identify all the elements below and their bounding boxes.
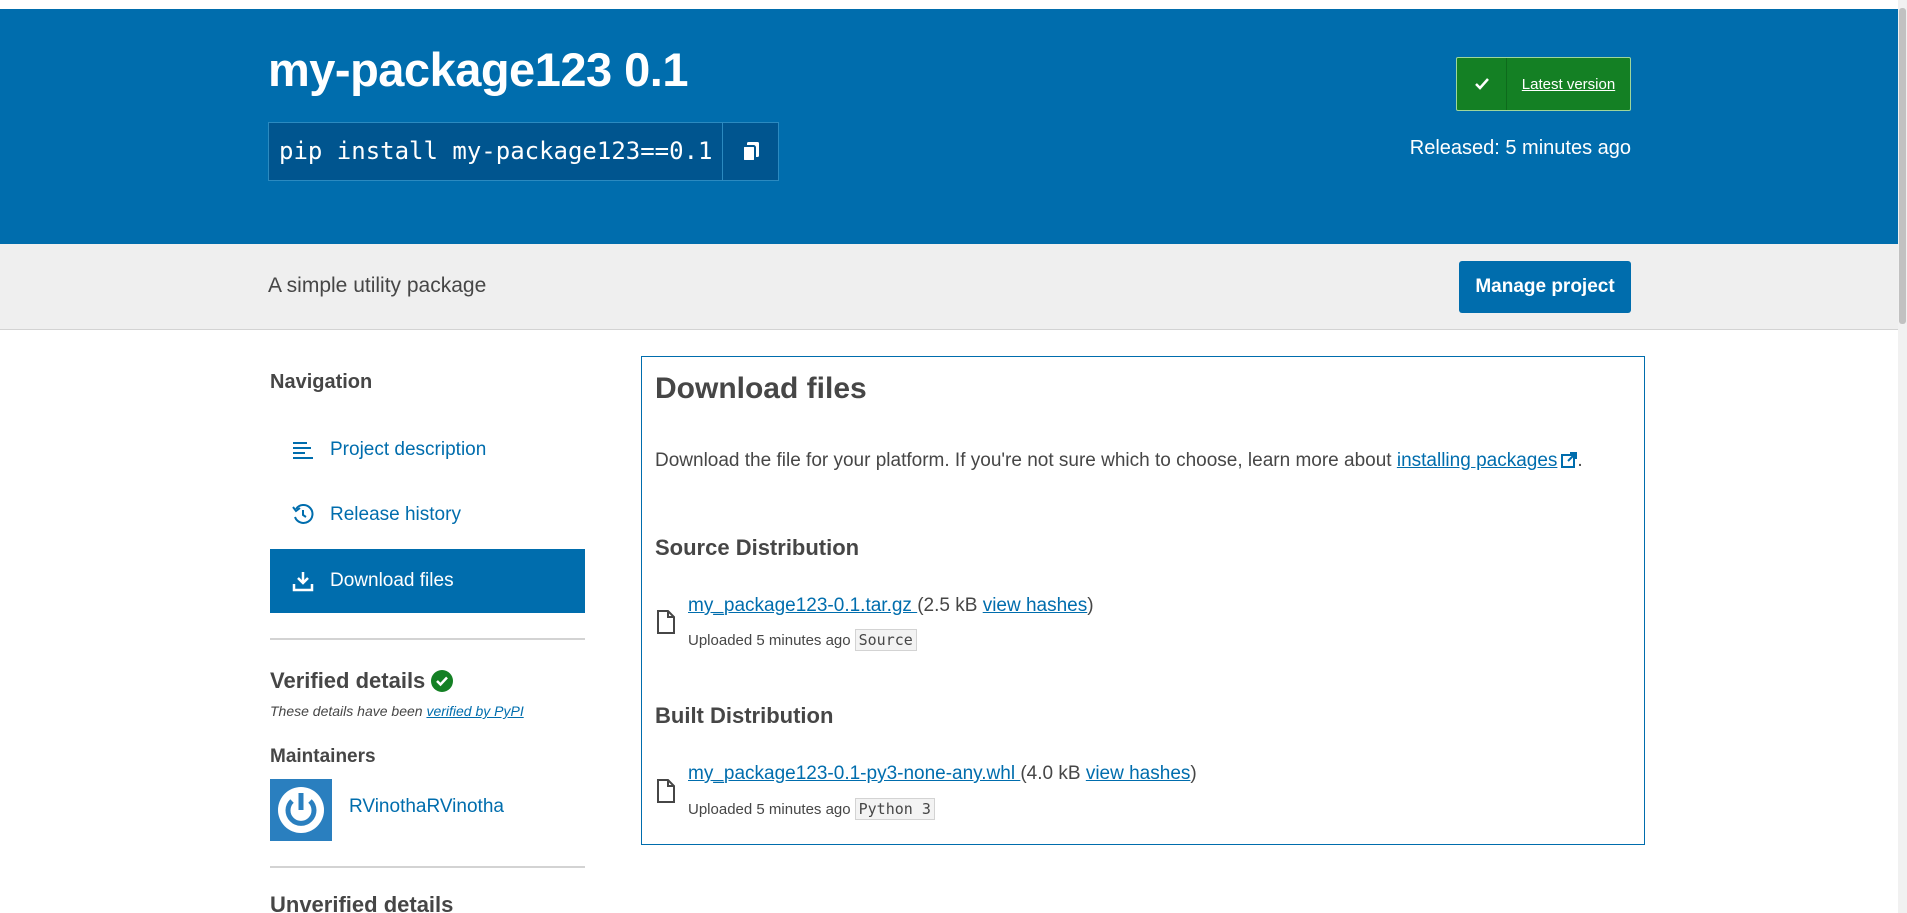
- sidebar-divider: [270, 638, 585, 640]
- pip-command[interactable]: pip install my-package123==0.1: [269, 123, 722, 180]
- wheel-file-link[interactable]: my_package123-0.1-py3-none-any.whl: [688, 763, 1020, 784]
- source-file-size: (2.5 kB: [917, 595, 983, 616]
- source-file-link[interactable]: my_package123-0.1.tar.gz: [688, 595, 917, 616]
- wheel-size-close: ): [1190, 763, 1197, 784]
- copy-icon: [741, 141, 759, 162]
- release-date: Released: 5 minutes ago: [1409, 137, 1631, 159]
- wheel-file-size: (4.0 kB: [1020, 763, 1086, 784]
- external-link-icon: [1561, 452, 1578, 468]
- top-strip: [0, 0, 1898, 9]
- sidebar-item-release-history[interactable]: Release history: [270, 483, 585, 547]
- maintainer-name-link[interactable]: RVinothaRVinotha: [349, 796, 504, 818]
- verified-note: These details have been verified by PyPI: [270, 703, 524, 719]
- sidebar-item-label: Download files: [330, 570, 454, 591]
- copy-button[interactable]: [722, 123, 778, 180]
- source-view-hashes-link[interactable]: view hashes: [983, 595, 1088, 616]
- navigation-heading: Navigation: [270, 371, 373, 393]
- verified-details-label: Verified details: [270, 668, 426, 693]
- sidebar-item-project-description[interactable]: Project description: [270, 418, 585, 482]
- wheel-file-meta: Uploaded 5 minutes ago Python 3: [688, 798, 935, 820]
- align-left-icon: [290, 437, 316, 463]
- wheel-view-hashes-link[interactable]: view hashes: [1086, 763, 1191, 784]
- verified-by-pypi-link[interactable]: verified by PyPI: [426, 703, 523, 719]
- source-file-line: my_package123-0.1.tar.gz (2.5 kB view ha…: [688, 595, 1094, 617]
- file-icon: [657, 610, 675, 634]
- wheel-file-line: my_package123-0.1-py3-none-any.whl (4.0 …: [688, 763, 1197, 785]
- verified-note-text: These details have been: [270, 703, 427, 719]
- history-icon: [290, 502, 316, 528]
- check-icon: [1474, 78, 1489, 90]
- verified-details-heading: Verified details: [270, 668, 454, 694]
- manage-project-button[interactable]: Manage project: [1459, 261, 1631, 313]
- source-uploaded-text: Uploaded 5 minutes ago: [688, 631, 851, 649]
- sidebar-item-label: Project description: [330, 439, 487, 460]
- download-description-end: .: [1577, 450, 1583, 471]
- wheel-uploaded-text: Uploaded 5 minutes ago: [688, 800, 851, 818]
- installing-packages-label: installing packages: [1396, 450, 1558, 471]
- maintainer-avatar[interactable]: [270, 779, 332, 841]
- installing-packages-link[interactable]: installing packages: [1397, 450, 1578, 471]
- unverified-details-heading: Unverified details: [270, 892, 454, 913]
- file-icon: [657, 779, 675, 803]
- source-size-close: ): [1087, 595, 1094, 616]
- badge-check-area: [1457, 58, 1507, 110]
- sidebar-divider: [270, 866, 585, 868]
- latest-version-link[interactable]: Latest version: [1507, 58, 1630, 110]
- source-tag: Source: [854, 629, 917, 651]
- source-distribution-heading: Source Distribution: [655, 535, 860, 560]
- download-files-heading: Download files: [655, 372, 867, 405]
- package-summary: A simple utility package: [268, 274, 487, 297]
- sidebar-item-label: Release history: [330, 504, 461, 525]
- download-description-text: Download the file for your platform. If …: [655, 450, 1397, 471]
- download-description: Download the file for your platform. If …: [655, 450, 1583, 472]
- sidebar-item-download-files[interactable]: Download files: [270, 549, 585, 613]
- power-icon: [278, 787, 324, 833]
- pip-install-box: pip install my-package123==0.1: [268, 122, 780, 181]
- download-icon: [290, 568, 316, 594]
- package-title: my-package123 0.1: [268, 43, 689, 96]
- source-file-meta: Uploaded 5 minutes ago Source: [688, 629, 917, 651]
- maintainers-heading: Maintainers: [270, 746, 376, 767]
- latest-version-badge[interactable]: Latest version: [1456, 57, 1631, 111]
- wheel-tag: Python 3: [854, 798, 935, 820]
- verified-check-icon: [431, 670, 454, 692]
- built-distribution-heading: Built Distribution: [655, 703, 834, 728]
- scrollbar-thumb[interactable]: [1899, 8, 1906, 324]
